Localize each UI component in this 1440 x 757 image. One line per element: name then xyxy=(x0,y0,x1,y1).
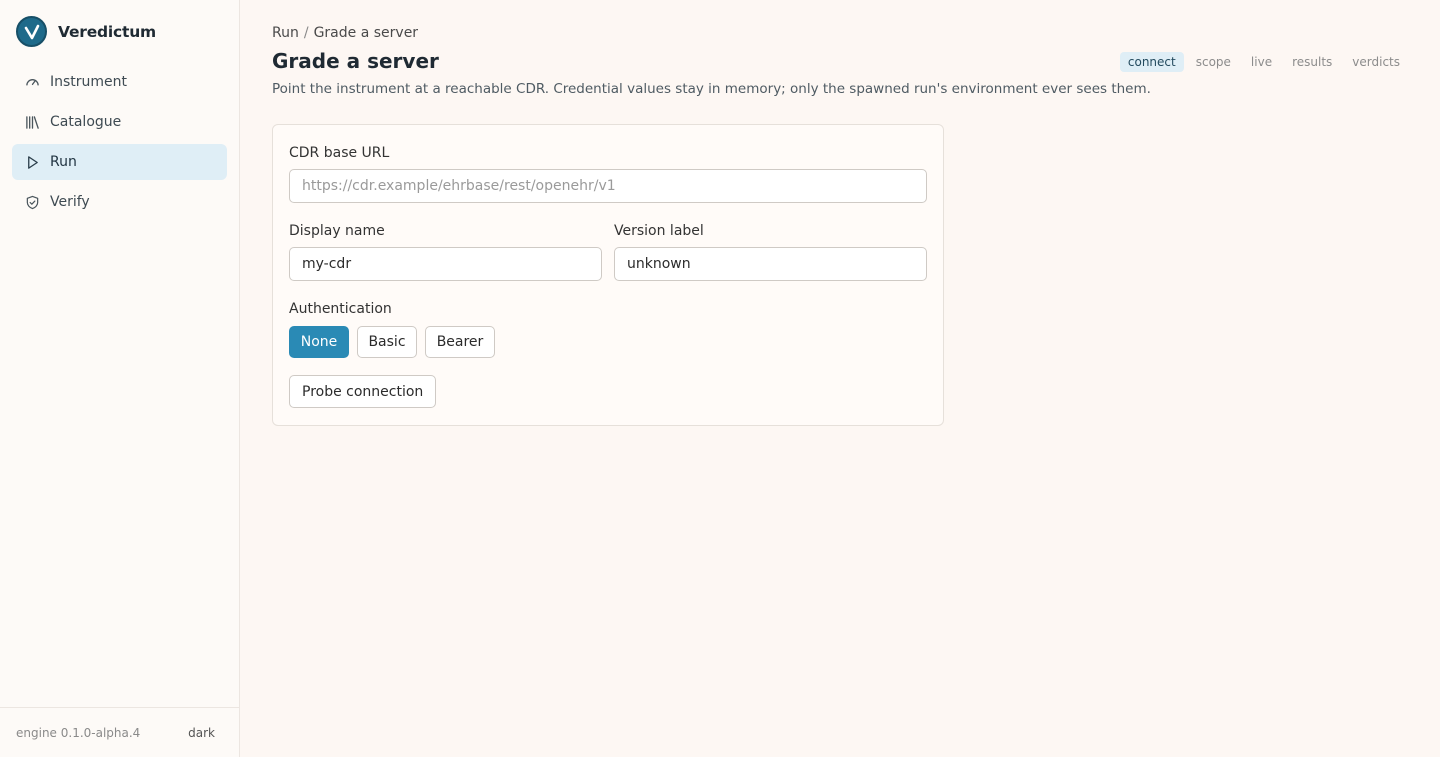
sidebar-item-label: Run xyxy=(50,154,77,170)
cdr-url-input[interactable] xyxy=(289,169,927,203)
breadcrumb-separator: / xyxy=(303,25,309,41)
connect-form-card: CDR base URL Display name Version label … xyxy=(272,124,944,426)
version-label-label: Version label xyxy=(614,223,704,239)
breadcrumb: Run / Grade a server xyxy=(272,25,418,41)
auth-bearer-button[interactable]: Bearer xyxy=(425,326,495,358)
brand[interactable]: Veredictum xyxy=(16,16,156,47)
page-subtitle: Point the instrument at a reachable CDR.… xyxy=(272,81,1151,97)
library-icon xyxy=(24,114,40,130)
shield-check-icon xyxy=(24,194,40,210)
auth-basic-button[interactable]: Basic xyxy=(357,326,417,358)
sidebar-item-label: Catalogue xyxy=(50,114,122,130)
auth-none-button[interactable]: None xyxy=(289,326,349,358)
step-verdicts[interactable]: verdicts xyxy=(1344,52,1408,72)
engine-version: engine 0.1.0-alpha.4 xyxy=(16,725,141,740)
page-title: Grade a server xyxy=(272,49,439,73)
cdr-url-label: CDR base URL xyxy=(289,145,390,161)
checkmark-logo-icon xyxy=(16,16,47,47)
display-name-label: Display name xyxy=(289,223,385,239)
theme-toggle[interactable]: dark xyxy=(188,726,215,740)
step-scope[interactable]: scope xyxy=(1188,52,1239,72)
sidebar-item-run[interactable]: Run xyxy=(12,144,227,180)
sidebar: Veredictum Instrument Catalogue Run Veri… xyxy=(0,0,240,757)
gauge-icon xyxy=(24,74,40,90)
step-results[interactable]: results xyxy=(1284,52,1340,72)
play-icon xyxy=(24,154,40,170)
sidebar-nav: Instrument Catalogue Run Verify xyxy=(12,64,227,224)
sidebar-item-label: Instrument xyxy=(50,74,128,90)
sidebar-item-catalogue[interactable]: Catalogue xyxy=(12,104,227,140)
authentication-label: Authentication xyxy=(289,301,392,317)
app-name: Veredictum xyxy=(58,22,157,41)
breadcrumb-parent[interactable]: Run xyxy=(272,25,299,41)
sidebar-footer: engine 0.1.0-alpha.4 dark xyxy=(0,707,239,757)
breadcrumb-current: Grade a server xyxy=(313,25,419,41)
version-label-input[interactable] xyxy=(614,247,927,281)
sidebar-item-label: Verify xyxy=(50,194,90,210)
step-indicator: connect scope live results verdicts xyxy=(1116,52,1408,72)
probe-connection-button[interactable]: Probe connection xyxy=(289,375,437,408)
step-live[interactable]: live xyxy=(1243,52,1280,72)
display-name-input[interactable] xyxy=(289,247,602,281)
sidebar-item-instrument[interactable]: Instrument xyxy=(12,64,227,100)
step-connect[interactable]: connect xyxy=(1119,52,1184,72)
sidebar-item-verify[interactable]: Verify xyxy=(12,184,227,220)
